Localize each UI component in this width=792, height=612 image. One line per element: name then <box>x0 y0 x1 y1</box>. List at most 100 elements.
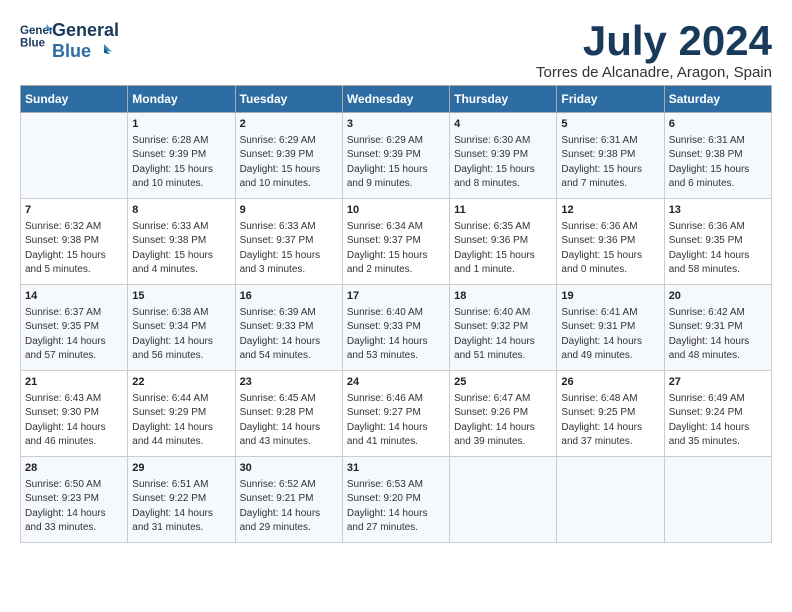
day-number: 9 <box>240 203 338 219</box>
calendar-cell: 9Sunrise: 6:33 AM Sunset: 9:37 PM Daylig… <box>235 198 342 284</box>
calendar-cell: 11Sunrise: 6:35 AM Sunset: 9:36 PM Dayli… <box>450 198 557 284</box>
day-number: 24 <box>347 375 445 391</box>
calendar-cell: 1Sunrise: 6:28 AM Sunset: 9:39 PM Daylig… <box>128 113 235 199</box>
calendar-table: SundayMondayTuesdayWednesdayThursdayFrid… <box>20 85 772 543</box>
calendar-cell: 15Sunrise: 6:38 AM Sunset: 9:34 PM Dayli… <box>128 284 235 370</box>
cell-content: Sunrise: 6:33 AM Sunset: 9:37 PM Dayligh… <box>240 220 338 278</box>
calendar-cell: 21Sunrise: 6:43 AM Sunset: 9:30 PM Dayli… <box>21 370 128 456</box>
day-number: 17 <box>347 289 445 305</box>
day-number: 20 <box>669 289 767 305</box>
calendar-cell: 31Sunrise: 6:53 AM Sunset: 9:20 PM Dayli… <box>342 456 449 542</box>
calendar-cell <box>557 456 664 542</box>
day-number: 7 <box>25 203 123 219</box>
calendar-cell: 3Sunrise: 6:29 AM Sunset: 9:39 PM Daylig… <box>342 113 449 199</box>
day-number: 22 <box>132 375 230 391</box>
cell-content: Sunrise: 6:40 AM Sunset: 9:32 PM Dayligh… <box>454 306 552 364</box>
day-number: 2 <box>240 117 338 133</box>
month-title: July 2024 <box>119 20 772 62</box>
cell-content: Sunrise: 6:46 AM Sunset: 9:27 PM Dayligh… <box>347 392 445 450</box>
day-number: 19 <box>561 289 659 305</box>
cell-content: Sunrise: 6:48 AM Sunset: 9:25 PM Dayligh… <box>561 392 659 450</box>
cell-content: Sunrise: 6:31 AM Sunset: 9:38 PM Dayligh… <box>669 134 767 192</box>
calendar-cell: 5Sunrise: 6:31 AM Sunset: 9:38 PM Daylig… <box>557 113 664 199</box>
cell-content: Sunrise: 6:36 AM Sunset: 9:36 PM Dayligh… <box>561 220 659 278</box>
calendar-cell: 14Sunrise: 6:37 AM Sunset: 9:35 PM Dayli… <box>21 284 128 370</box>
weekday-header-friday: Friday <box>557 86 664 113</box>
day-number: 1 <box>132 117 230 133</box>
calendar-cell: 22Sunrise: 6:44 AM Sunset: 9:29 PM Dayli… <box>128 370 235 456</box>
calendar-week-5: 28Sunrise: 6:50 AM Sunset: 9:23 PM Dayli… <box>21 456 772 542</box>
weekday-header-row: SundayMondayTuesdayWednesdayThursdayFrid… <box>21 86 772 113</box>
cell-content: Sunrise: 6:36 AM Sunset: 9:35 PM Dayligh… <box>669 220 767 278</box>
calendar-cell: 28Sunrise: 6:50 AM Sunset: 9:23 PM Dayli… <box>21 456 128 542</box>
cell-content: Sunrise: 6:30 AM Sunset: 9:39 PM Dayligh… <box>454 134 552 192</box>
cell-content: Sunrise: 6:38 AM Sunset: 9:34 PM Dayligh… <box>132 306 230 364</box>
weekday-header-wednesday: Wednesday <box>342 86 449 113</box>
calendar-cell: 16Sunrise: 6:39 AM Sunset: 9:33 PM Dayli… <box>235 284 342 370</box>
logo-icon: General Blue <box>20 20 52 52</box>
day-number: 3 <box>347 117 445 133</box>
cell-content: Sunrise: 6:49 AM Sunset: 9:24 PM Dayligh… <box>669 392 767 450</box>
page-header: General Blue General Blue July 2024 Torr… <box>20 20 772 81</box>
cell-content: Sunrise: 6:42 AM Sunset: 9:31 PM Dayligh… <box>669 306 767 364</box>
calendar-week-3: 14Sunrise: 6:37 AM Sunset: 9:35 PM Dayli… <box>21 284 772 370</box>
cell-content: Sunrise: 6:29 AM Sunset: 9:39 PM Dayligh… <box>347 134 445 192</box>
cell-content: Sunrise: 6:44 AM Sunset: 9:29 PM Dayligh… <box>132 392 230 450</box>
day-number: 30 <box>240 461 338 477</box>
cell-content: Sunrise: 6:28 AM Sunset: 9:39 PM Dayligh… <box>132 134 230 192</box>
cell-content: Sunrise: 6:53 AM Sunset: 9:20 PM Dayligh… <box>347 478 445 536</box>
calendar-cell: 12Sunrise: 6:36 AM Sunset: 9:36 PM Dayli… <box>557 198 664 284</box>
day-number: 27 <box>669 375 767 391</box>
calendar-week-2: 7Sunrise: 6:32 AM Sunset: 9:38 PM Daylig… <box>21 198 772 284</box>
calendar-cell: 23Sunrise: 6:45 AM Sunset: 9:28 PM Dayli… <box>235 370 342 456</box>
weekday-header-tuesday: Tuesday <box>235 86 342 113</box>
cell-content: Sunrise: 6:40 AM Sunset: 9:33 PM Dayligh… <box>347 306 445 364</box>
weekday-header-thursday: Thursday <box>450 86 557 113</box>
day-number: 26 <box>561 375 659 391</box>
calendar-cell: 26Sunrise: 6:48 AM Sunset: 9:25 PM Dayli… <box>557 370 664 456</box>
calendar-cell: 19Sunrise: 6:41 AM Sunset: 9:31 PM Dayli… <box>557 284 664 370</box>
day-number: 8 <box>132 203 230 219</box>
day-number: 31 <box>347 461 445 477</box>
calendar-cell: 4Sunrise: 6:30 AM Sunset: 9:39 PM Daylig… <box>450 113 557 199</box>
calendar-cell: 24Sunrise: 6:46 AM Sunset: 9:27 PM Dayli… <box>342 370 449 456</box>
day-number: 5 <box>561 117 659 133</box>
day-number: 28 <box>25 461 123 477</box>
day-number: 4 <box>454 117 552 133</box>
day-number: 25 <box>454 375 552 391</box>
calendar-week-1: 1Sunrise: 6:28 AM Sunset: 9:39 PM Daylig… <box>21 113 772 199</box>
logo: General Blue <box>20 20 52 52</box>
calendar-cell: 20Sunrise: 6:42 AM Sunset: 9:31 PM Dayli… <box>664 284 771 370</box>
cell-content: Sunrise: 6:29 AM Sunset: 9:39 PM Dayligh… <box>240 134 338 192</box>
calendar-cell <box>450 456 557 542</box>
weekday-header-sunday: Sunday <box>21 86 128 113</box>
cell-content: Sunrise: 6:31 AM Sunset: 9:38 PM Dayligh… <box>561 134 659 192</box>
calendar-cell: 30Sunrise: 6:52 AM Sunset: 9:21 PM Dayli… <box>235 456 342 542</box>
cell-content: Sunrise: 6:45 AM Sunset: 9:28 PM Dayligh… <box>240 392 338 450</box>
cell-content: Sunrise: 6:34 AM Sunset: 9:37 PM Dayligh… <box>347 220 445 278</box>
day-number: 12 <box>561 203 659 219</box>
logo-general: General <box>52 20 119 41</box>
day-number: 14 <box>25 289 123 305</box>
day-number: 13 <box>669 203 767 219</box>
calendar-cell: 29Sunrise: 6:51 AM Sunset: 9:22 PM Dayli… <box>128 456 235 542</box>
calendar-cell: 17Sunrise: 6:40 AM Sunset: 9:33 PM Dayli… <box>342 284 449 370</box>
calendar-cell: 18Sunrise: 6:40 AM Sunset: 9:32 PM Dayli… <box>450 284 557 370</box>
cell-content: Sunrise: 6:41 AM Sunset: 9:31 PM Dayligh… <box>561 306 659 364</box>
day-number: 10 <box>347 203 445 219</box>
calendar-cell: 13Sunrise: 6:36 AM Sunset: 9:35 PM Dayli… <box>664 198 771 284</box>
cell-content: Sunrise: 6:52 AM Sunset: 9:21 PM Dayligh… <box>240 478 338 536</box>
title-block: July 2024 Torres de Alcanadre, Aragon, S… <box>119 20 772 81</box>
cell-content: Sunrise: 6:50 AM Sunset: 9:23 PM Dayligh… <box>25 478 123 536</box>
calendar-cell <box>664 456 771 542</box>
weekday-header-monday: Monday <box>128 86 235 113</box>
day-number: 23 <box>240 375 338 391</box>
day-number: 15 <box>132 289 230 305</box>
calendar-week-4: 21Sunrise: 6:43 AM Sunset: 9:30 PM Dayli… <box>21 370 772 456</box>
cell-content: Sunrise: 6:37 AM Sunset: 9:35 PM Dayligh… <box>25 306 123 364</box>
calendar-cell: 25Sunrise: 6:47 AM Sunset: 9:26 PM Dayli… <box>450 370 557 456</box>
calendar-cell: 6Sunrise: 6:31 AM Sunset: 9:38 PM Daylig… <box>664 113 771 199</box>
calendar-cell: 27Sunrise: 6:49 AM Sunset: 9:24 PM Dayli… <box>664 370 771 456</box>
cell-content: Sunrise: 6:51 AM Sunset: 9:22 PM Dayligh… <box>132 478 230 536</box>
cell-content: Sunrise: 6:47 AM Sunset: 9:26 PM Dayligh… <box>454 392 552 450</box>
